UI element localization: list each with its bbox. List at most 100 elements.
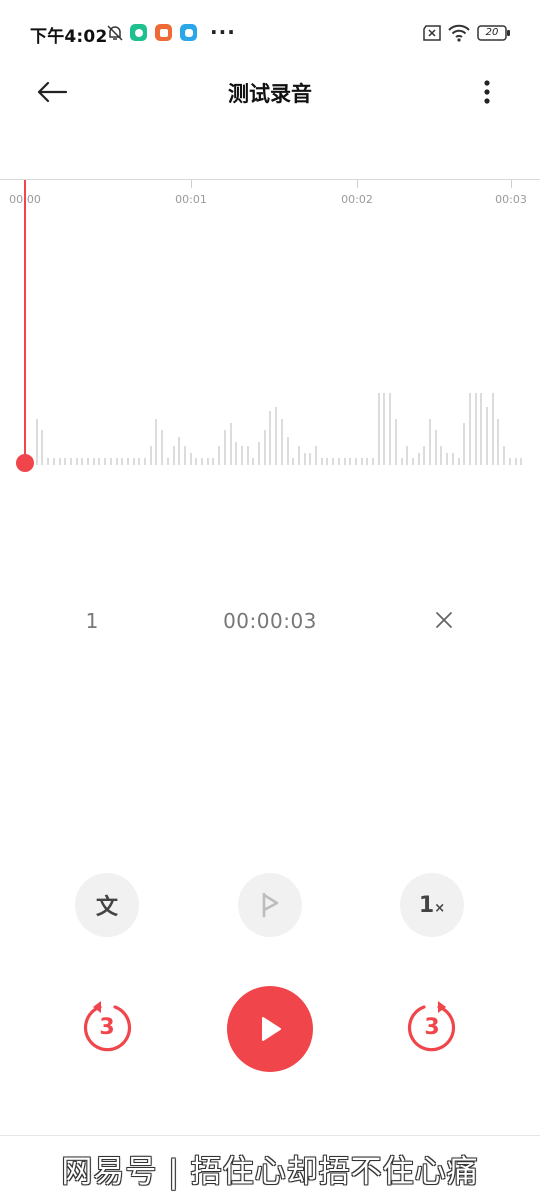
waveform-bar bbox=[451, 453, 454, 465]
waveform-bar bbox=[468, 392, 471, 465]
waveform-bar bbox=[87, 457, 89, 465]
waveform-bar bbox=[275, 407, 278, 465]
app-blue-icon bbox=[180, 24, 197, 41]
waveform-bar bbox=[246, 446, 249, 465]
waveform-bar bbox=[252, 457, 255, 465]
waveform-bar bbox=[166, 457, 169, 465]
waveform-bar bbox=[104, 457, 107, 465]
playhead-handle[interactable] bbox=[16, 454, 34, 472]
waveform-bar bbox=[223, 430, 226, 465]
play-button[interactable] bbox=[227, 986, 313, 1072]
waveform-bar bbox=[183, 446, 186, 465]
waveform-bar bbox=[121, 457, 124, 465]
speed-value: 1 bbox=[418, 892, 435, 918]
skip-back-button[interactable]: 3 bbox=[79, 1000, 135, 1056]
waveform-bar bbox=[92, 457, 95, 465]
waveform-bar bbox=[149, 446, 152, 465]
waveform-bar bbox=[429, 418, 431, 465]
recording-duration: 00:00:03 bbox=[223, 609, 317, 633]
recording-index: 1 bbox=[85, 609, 99, 633]
waveform-bar bbox=[491, 392, 494, 465]
waveform[interactable] bbox=[0, 330, 540, 465]
playhead-line[interactable] bbox=[24, 180, 26, 464]
close-button[interactable] bbox=[430, 606, 458, 634]
close-icon bbox=[436, 612, 452, 628]
waveform-bar bbox=[41, 430, 44, 465]
waveform-bar bbox=[423, 446, 426, 465]
waveform-bar bbox=[315, 446, 317, 465]
vertical-dots-icon bbox=[484, 80, 490, 104]
waveform-bar bbox=[47, 457, 50, 465]
waveform-bar bbox=[360, 457, 363, 465]
waveform-bar bbox=[75, 457, 78, 465]
waveform-bar bbox=[383, 392, 386, 465]
speed-suffix: × bbox=[434, 900, 446, 916]
waveform-bar bbox=[263, 430, 266, 465]
waveform-bar bbox=[58, 457, 61, 465]
timeline-tick bbox=[357, 180, 358, 188]
timeline-label: 00:03 bbox=[495, 193, 527, 206]
waveform-bar bbox=[212, 457, 215, 465]
waveform-bar bbox=[366, 457, 369, 465]
watermark: 网易号 | 捂住心却捂不住心痛 bbox=[61, 1154, 479, 1190]
waveform-bar bbox=[514, 457, 517, 465]
waveform-bar bbox=[269, 411, 272, 465]
flag-icon bbox=[262, 892, 279, 918]
speed-label: 1× bbox=[419, 893, 445, 918]
timeline-tick bbox=[511, 180, 512, 188]
playback-speed-button[interactable]: 1× bbox=[400, 873, 464, 937]
waveform-bar bbox=[400, 457, 403, 465]
battery-icon: 20 bbox=[477, 24, 511, 42]
timeline-label: 00:01 bbox=[175, 193, 207, 206]
waveform-bar bbox=[332, 457, 335, 465]
waveform-bar bbox=[354, 457, 357, 465]
waveform-bar bbox=[320, 457, 323, 465]
waveform-bar bbox=[144, 457, 146, 465]
waveform-bar bbox=[474, 392, 477, 465]
sim-missing-icon bbox=[422, 25, 442, 41]
waveform-bar bbox=[98, 457, 101, 465]
timeline-tick bbox=[191, 180, 192, 188]
waveform-bar bbox=[394, 418, 397, 465]
waveform-bar bbox=[52, 457, 55, 465]
more-options-button[interactable] bbox=[470, 74, 504, 110]
waveform-bar bbox=[81, 457, 84, 465]
waveform-bar bbox=[286, 437, 289, 465]
transcribe-button[interactable]: 文 bbox=[75, 873, 139, 937]
waveform-bar bbox=[229, 422, 232, 465]
waveform-bar bbox=[389, 392, 392, 465]
waveform-bar bbox=[115, 457, 118, 465]
waveform-bar bbox=[235, 441, 238, 465]
timeline-label: 00:02 bbox=[341, 193, 373, 206]
waveform-bar bbox=[132, 457, 135, 465]
waveform-bar bbox=[440, 446, 443, 465]
status-time: 下午4:02 bbox=[30, 27, 108, 47]
bell-off-icon bbox=[106, 24, 124, 42]
timeline-axis bbox=[0, 179, 540, 180]
waveform-bar bbox=[69, 457, 72, 465]
waveform-bar bbox=[497, 418, 500, 465]
waveform-bar bbox=[35, 418, 38, 465]
waveform-bar bbox=[126, 457, 129, 465]
waveform-bar bbox=[457, 457, 460, 465]
waveform-bar bbox=[138, 457, 141, 465]
wifi-icon bbox=[448, 24, 470, 42]
skip-forward-button[interactable]: 3 bbox=[404, 1000, 460, 1056]
waveform-bar bbox=[178, 437, 181, 465]
waveform-bar bbox=[337, 457, 340, 465]
waveform-bar bbox=[189, 453, 192, 465]
waveform-bar bbox=[343, 457, 346, 465]
waveform-bar bbox=[326, 457, 329, 465]
waveform-bar bbox=[161, 430, 164, 465]
waveform-bar bbox=[303, 453, 306, 465]
waveform-bar bbox=[372, 457, 374, 465]
waveform-bar bbox=[280, 418, 283, 465]
waveform-bar bbox=[240, 446, 243, 465]
overflow-dots-icon: ··· bbox=[210, 20, 236, 44]
play-icon bbox=[262, 1017, 281, 1041]
mark-flag-button[interactable] bbox=[238, 873, 302, 937]
skip-forward-seconds: 3 bbox=[424, 1015, 440, 1040]
waveform-bar bbox=[349, 457, 352, 465]
waveform-bar bbox=[406, 446, 409, 465]
waveform-bar bbox=[411, 457, 414, 465]
